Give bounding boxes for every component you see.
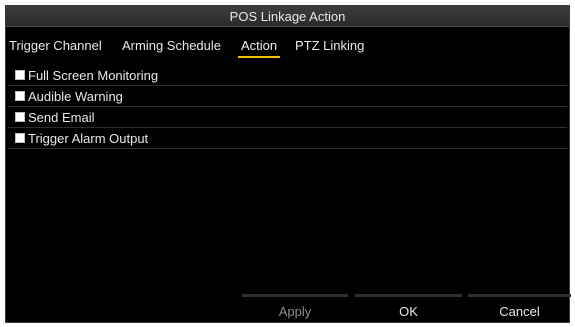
ok-button[interactable]: OK: [355, 294, 462, 320]
action-label: Trigger Alarm Output: [28, 131, 149, 146]
full-screen-monitoring-checkbox[interactable]: [15, 70, 25, 80]
active-tab-indicator: [238, 56, 281, 58]
tab-trigger-channel[interactable]: Trigger Channel: [9, 38, 102, 53]
action-label: Send Email: [28, 110, 95, 125]
tab-strip: Trigger Channel Arming Schedule Action P…: [6, 27, 569, 61]
action-row-trigger-alarm-output: Trigger Alarm Output: [8, 128, 567, 149]
tab-arming-schedule[interactable]: Arming Schedule: [122, 38, 221, 53]
action-row-audible-warning: Audible Warning: [8, 86, 567, 107]
tab-ptz-linking[interactable]: PTZ Linking: [295, 38, 364, 53]
cancel-button[interactable]: Cancel: [468, 294, 571, 320]
pos-linkage-action-dialog: POS Linkage Action Trigger Channel Armin…: [5, 5, 571, 323]
tab-label: Trigger Channel: [9, 38, 102, 53]
tab-label: PTZ Linking: [295, 38, 365, 53]
action-label: Full Screen Monitoring: [28, 68, 159, 83]
action-row-full-screen-monitoring: Full Screen Monitoring: [8, 65, 567, 86]
tab-label: Arming Schedule: [122, 38, 221, 53]
tab-label: Action: [241, 38, 278, 53]
send-email-checkbox[interactable]: [15, 112, 25, 122]
dialog-title: POS Linkage Action: [229, 9, 346, 24]
apply-button[interactable]: Apply: [242, 294, 348, 320]
title-bar: POS Linkage Action: [6, 6, 569, 27]
button-bar: Apply OK Cancel: [6, 294, 571, 322]
tab-action[interactable]: Action: [238, 38, 281, 58]
action-list: Full Screen Monitoring Audible Warning S…: [8, 65, 567, 149]
action-row-send-email: Send Email: [8, 107, 567, 128]
action-label: Audible Warning: [28, 89, 123, 104]
trigger-alarm-output-checkbox[interactable]: [15, 133, 25, 143]
audible-warning-checkbox[interactable]: [15, 91, 25, 101]
